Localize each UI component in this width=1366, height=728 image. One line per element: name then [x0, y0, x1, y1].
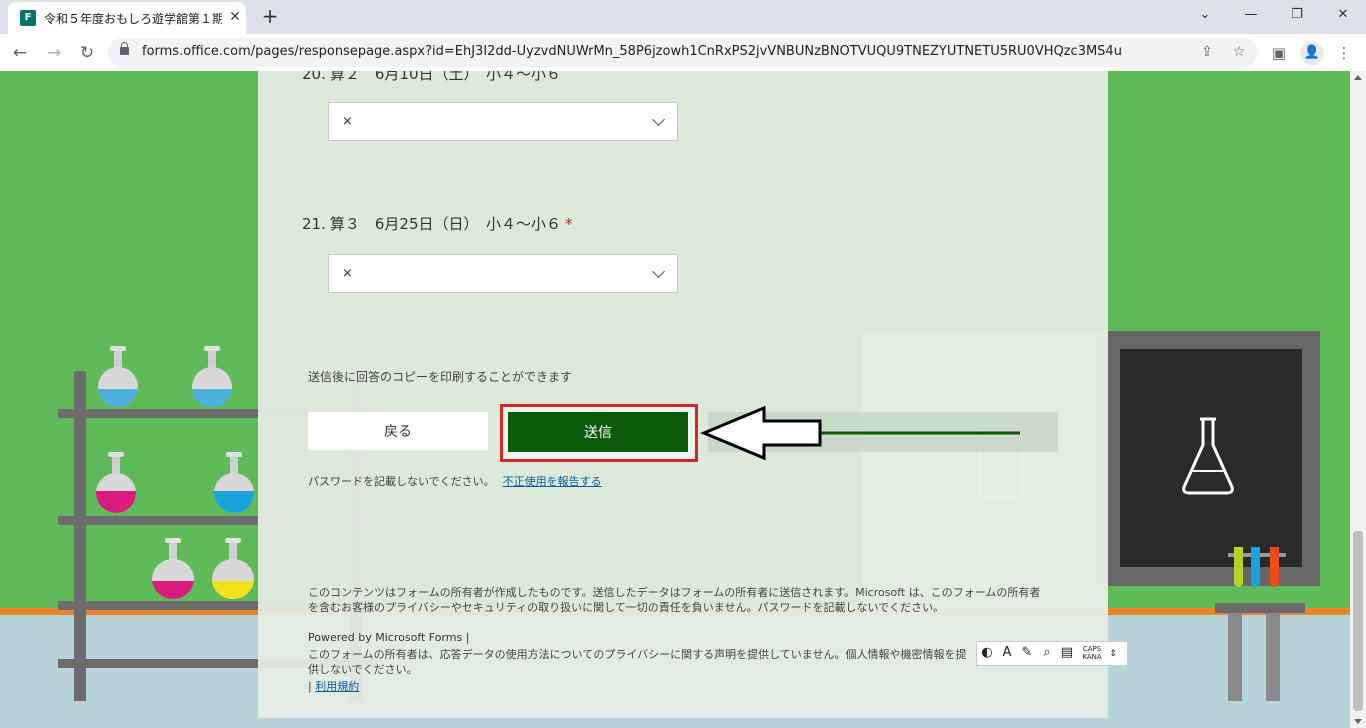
submit-button[interactable]: 送信 [508, 412, 688, 452]
scroll-down-icon[interactable] [1354, 719, 1362, 724]
back-button[interactable]: 戻る [308, 412, 488, 450]
flask-pink [96, 452, 136, 515]
privacy-note: このフォームの所有者は、応答データの使用方法についてのプライバシーに関する声明を… [308, 648, 967, 676]
form-panel: 20. 算２ 6月10日（土） 小４～小６ × 21. 算３ 6月25日（日） 小４… [258, 71, 1108, 718]
tab-title: 令和５年度おもしろ遊学舘第１期申 [44, 12, 222, 26]
flask-yellow [212, 538, 254, 601]
microsoft-forms-icon: F [20, 10, 36, 26]
chevron-down-icon[interactable]: ⌄ [1190, 4, 1220, 26]
flask-blue [98, 346, 138, 409]
scroll-up-icon[interactable] [1354, 75, 1362, 80]
question-20-title: 20. 算２ 6月10日（土） 小４～小６ [302, 71, 561, 83]
scrollbar[interactable] [1350, 71, 1366, 728]
close-icon[interactable]: ✕ [226, 8, 244, 26]
caps-kana-indicator: CAPS KANA [1082, 645, 1102, 661]
test-tube [1251, 547, 1260, 587]
ime-input-icon[interactable]: A [997, 642, 1017, 663]
ime-mode-icon[interactable]: ◐ [977, 642, 997, 663]
lab-table-leg [1228, 613, 1242, 701]
test-tube [1270, 547, 1279, 587]
flask-magenta [152, 538, 194, 601]
share-icon[interactable]: ⇪ [1196, 41, 1218, 63]
ime-dictionary-icon[interactable]: ⌕ [1037, 642, 1057, 663]
print-note: 送信後に回答のコピーを印刷することができます [308, 370, 573, 384]
question-21-title: 21. 算３ 6月25日（日） 小４～小６ * [302, 215, 573, 233]
forward-icon[interactable]: → [42, 41, 66, 65]
reload-icon[interactable]: ↻ [75, 41, 99, 65]
lab-table-leg [1266, 613, 1280, 701]
address-bar: ← → ↻ forms.office.com/pages/responsepag… [0, 34, 1366, 72]
url-text[interactable]: forms.office.com/pages/responsepage.aspx… [142, 44, 1122, 59]
ime-options-icon[interactable]: ⇕ [1107, 644, 1119, 665]
restore-icon[interactable]: ❐ [1282, 4, 1312, 26]
question-20-dropdown[interactable]: × [328, 102, 678, 141]
question-21-dropdown[interactable]: × [328, 254, 678, 293]
browser-tab[interactable]: F 令和５年度おもしろ遊学舘第１期申 ✕ [8, 2, 246, 34]
chevron-down-icon [652, 113, 665, 126]
terms-link[interactable]: 利用規約 [315, 680, 359, 693]
scroll-thumb[interactable] [1353, 531, 1363, 711]
ime-tools-icon[interactable]: ▤ [1057, 642, 1077, 663]
report-abuse-link[interactable]: 不正使用を報告する [503, 475, 602, 488]
pointer-arrow-icon [700, 405, 1058, 461]
profile-icon[interactable]: 👤 [1300, 41, 1324, 65]
flask-blue [192, 346, 232, 409]
dropdown-value: × [342, 114, 353, 129]
minimize-icon[interactable]: — [1236, 4, 1266, 26]
required-mark: * [565, 215, 573, 233]
footer-disclaimer: このコンテンツはフォームの所有者が作成したものです。送信したデータはフォームの所… [308, 586, 1041, 614]
test-tube [1234, 547, 1243, 587]
star-icon[interactable]: ☆ [1228, 41, 1250, 63]
ime-toolbar[interactable]: ◐ A ✎ ⌕ ▤ CAPS KANA ⇕ [976, 641, 1128, 666]
page-background: 20. 算２ 6月10日（土） 小４～小６ × 21. 算３ 6月25日（日） 小４… [0, 71, 1366, 728]
flask-drawing-icon [1182, 417, 1234, 495]
chevron-down-icon [652, 265, 665, 278]
plus-icon[interactable]: + [258, 4, 282, 28]
url-bar[interactable]: forms.office.com/pages/responsepage.aspx… [108, 38, 1258, 67]
sidepanel-icon[interactable]: ▣ [1267, 41, 1291, 65]
password-note: パスワードを記載しないでください。 不正使用を報告する [308, 475, 602, 488]
chalkboard [1100, 331, 1320, 586]
lab-table [1215, 603, 1305, 613]
shelf-post [74, 371, 86, 701]
ime-pad-icon[interactable]: ✎ [1017, 642, 1037, 663]
flask-cyan [214, 452, 254, 515]
menu-icon[interactable]: ⋮ [1332, 41, 1356, 65]
powered-by: Powered by Microsoft Forms | [308, 631, 470, 644]
close-window-icon[interactable]: ✕ [1328, 4, 1358, 26]
back-icon[interactable]: ← [8, 41, 32, 65]
tab-bar: F 令和５年度おもしろ遊学舘第１期申 ✕ + ⌄ — ❐ ✕ [0, 0, 1366, 34]
dropdown-value: × [342, 266, 353, 281]
lock-icon[interactable] [120, 42, 129, 55]
terms-line: | 利用規約 [308, 680, 360, 693]
